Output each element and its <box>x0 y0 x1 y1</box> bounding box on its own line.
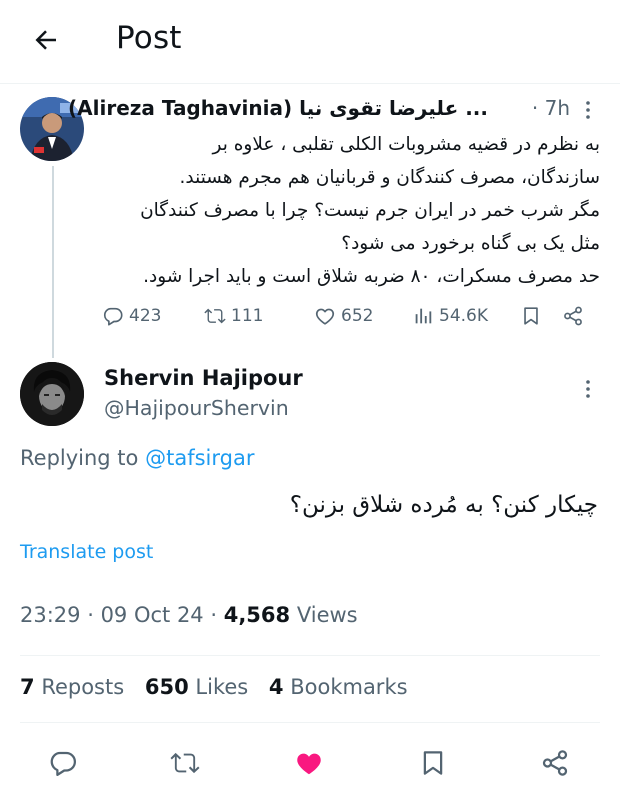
author-handle[interactable]: @HajipourShervin <box>104 396 289 420</box>
replying-to-handle-link[interactable]: @tafsirgar <box>145 446 254 470</box>
quoted-line: مثل یک بی گناه برخورد می شود؟ <box>341 233 600 254</box>
heart-icon <box>297 753 321 775</box>
quoted-post-header: (Alireza Taghavinia) علیرضا تقوی نیا ...… <box>68 96 600 126</box>
engagement-stats: 7 Reposts 650 Likes 4 Bookmarks <box>20 675 422 699</box>
quoted-post-time[interactable]: · 7h <box>532 96 570 120</box>
bookmarks-stat[interactable]: 4 Bookmarks <box>269 675 408 699</box>
post-more-button[interactable] <box>580 376 596 402</box>
like-button[interactable] <box>292 746 326 780</box>
quoted-reply-button[interactable]: 423 <box>102 300 161 332</box>
post-date[interactable]: 09 Oct 24 <box>101 603 204 627</box>
quoted-views-button[interactable]: 54.6K <box>412 300 488 332</box>
likes-stat[interactable]: 650 Likes <box>145 675 248 699</box>
quoted-like-button[interactable]: 652 <box>314 300 373 332</box>
reposts-count: 7 <box>20 675 35 699</box>
arrow-left-icon <box>35 30 56 50</box>
quoted-line: حد مصرف مسکرات، ۸۰ ضربه شلاق است و باید … <box>143 266 600 287</box>
quoted-repost-count: 111 <box>231 306 264 326</box>
translate-post-link[interactable]: Translate post <box>20 541 153 563</box>
repost-arrows-icon <box>170 752 200 774</box>
thread-connector-line <box>52 166 54 358</box>
avatar[interactable] <box>20 362 84 426</box>
quoted-author-name[interactable]: (Alireza Taghavinia) علیرضا تقوی نیا ... <box>68 96 488 120</box>
likes-label: Likes <box>195 675 249 699</box>
quoted-more-button[interactable] <box>580 98 596 122</box>
likes-count: 650 <box>144 675 189 699</box>
views-count: 4,568 <box>223 603 291 627</box>
replying-to-prefix: Replying to <box>20 446 139 470</box>
post-actions-bar <box>0 738 620 788</box>
quoted-line: سازندگان، مصرف کنندگان و قربانیان هم مجر… <box>179 167 600 188</box>
quoted-line: مگر شرب خمر در ایران جرم نیست؟ چرا با مص… <box>140 200 600 221</box>
quoted-like-count: 652 <box>341 306 374 326</box>
quoted-share-button[interactable] <box>562 300 584 332</box>
quoted-views-count: 54.6K <box>439 306 488 326</box>
post-time[interactable]: 23:29 <box>20 603 81 627</box>
quoted-post-text: به نظرم در قضیه مشروبات الکلی تقلبی ، عل… <box>100 128 600 293</box>
quoted-actions-bar: 423 111 652 54.6K <box>100 300 600 332</box>
divider <box>20 655 600 656</box>
repost-arrows-icon <box>204 308 226 324</box>
post-text: چیکار کنن؟ به مُرده شلاق بزنن؟ <box>289 492 598 518</box>
speech-bubble-icon <box>103 307 123 326</box>
divider <box>20 722 600 723</box>
reposts-label: Reposts <box>41 675 125 699</box>
bookmark-icon <box>524 307 538 325</box>
back-button[interactable] <box>28 22 64 58</box>
bar-chart-icon <box>415 308 432 324</box>
quoted-reply-count: 423 <box>129 306 162 326</box>
author-name[interactable]: Shervin Hajipour <box>104 366 303 390</box>
post-metadata: 23:29 · 09 Oct 24 · 4,568 Views <box>20 603 358 627</box>
repost-button[interactable] <box>168 746 202 780</box>
reply-button[interactable] <box>46 746 80 780</box>
speech-bubble-icon <box>50 751 76 776</box>
vertical-dots-icon <box>586 101 590 119</box>
replying-to: Replying to @tafsirgar <box>20 446 254 470</box>
bookmark-icon <box>423 751 443 775</box>
vertical-dots-icon <box>586 380 590 398</box>
page-title: Post <box>116 20 182 56</box>
top-bar: Post <box>0 0 620 84</box>
share-button[interactable] <box>538 746 572 780</box>
quoted-bookmark-button[interactable] <box>520 300 542 332</box>
bookmark-button[interactable] <box>416 746 450 780</box>
heart-icon <box>315 308 335 325</box>
quoted-repost-button[interactable]: 111 <box>204 300 263 332</box>
views-label: Views <box>296 603 358 627</box>
share-nodes-icon <box>564 306 582 326</box>
bookmarks-label: Bookmarks <box>290 675 408 699</box>
share-nodes-icon <box>542 750 568 776</box>
reposts-stat[interactable]: 7 Reposts <box>20 675 124 699</box>
quoted-line: به نظرم در قضیه مشروبات الکلی تقلبی ، عل… <box>212 134 601 155</box>
bookmarks-count: 4 <box>268 675 284 699</box>
